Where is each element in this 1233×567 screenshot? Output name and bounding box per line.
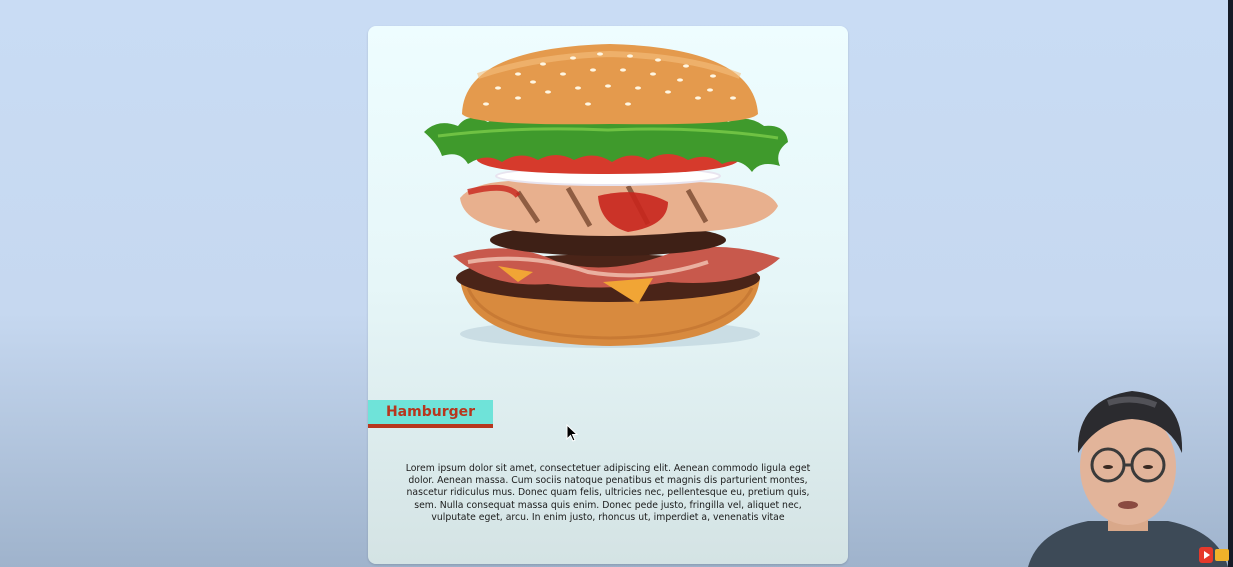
product-card: Hamburger Lorem ipsum dolor sit amet, co… [368, 26, 848, 564]
youtube-icon [1199, 547, 1229, 563]
burger-image [424, 44, 788, 348]
product-description: Lorem ipsum dolor sit amet, consectetuer… [405, 463, 811, 523]
mouse-pointer-icon [566, 424, 578, 442]
product-title: Hamburger [385, 404, 476, 420]
presenter-webcam [1028, 391, 1228, 567]
screen-edge [1228, 0, 1233, 567]
product-title-tag: Hamburger [368, 400, 493, 428]
